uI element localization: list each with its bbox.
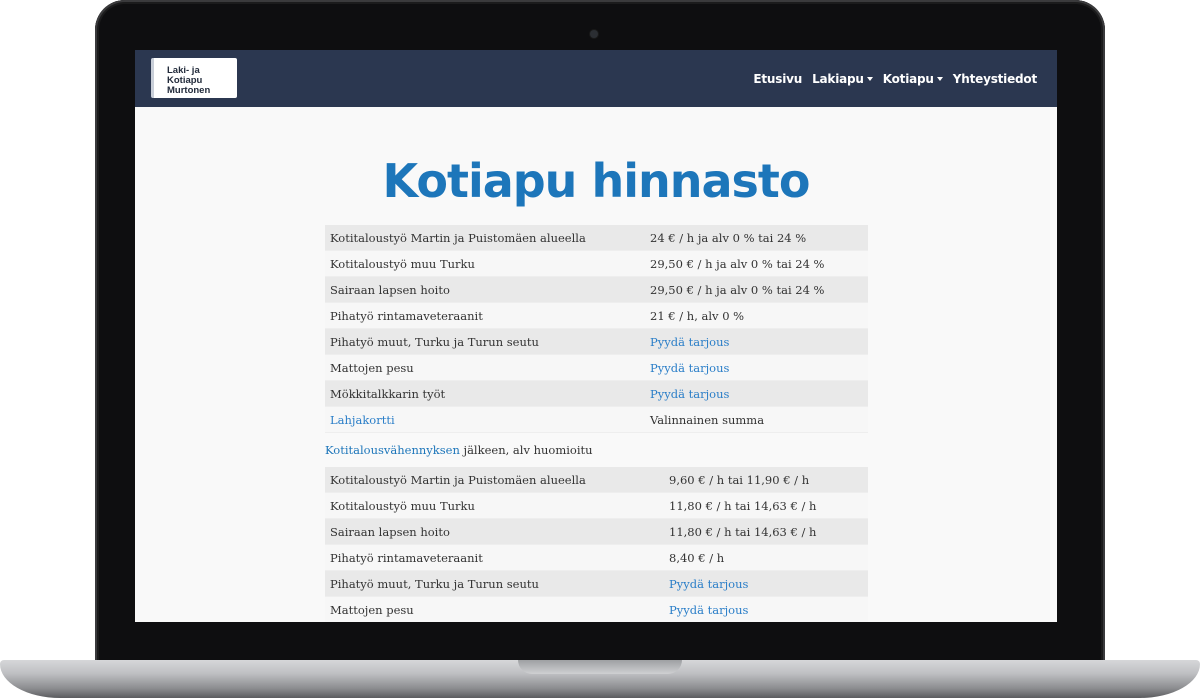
- service-cell: Sairaan lapsen hoito: [330, 282, 450, 297]
- request-quote-link[interactable]: Pyydä tarjous: [650, 361, 729, 375]
- request-quote-link[interactable]: Pyydä tarjous: [669, 603, 748, 617]
- site-logo[interactable]: Laki- ja Kotiapu Murtonen: [151, 58, 237, 98]
- service-cell: Kotitaloustyö Martin ja Puistomäen aluee…: [330, 230, 586, 245]
- table-row: Pihatyö rintamaveteraanit 8,40 € / h: [325, 545, 868, 571]
- nav-item-yhteystiedot[interactable]: Yhteystiedot: [953, 72, 1037, 86]
- service-cell: Pihatyö muut, Turku ja Turun seutu: [330, 334, 539, 349]
- deduction-note-text: jälkeen, alv huomioitu: [459, 443, 593, 457]
- deduction-note: Kotitalousvähennyksen jälkeen, alv huomi…: [325, 443, 593, 457]
- table-row: Pihatyö muut, Turku ja Turun seutu Pyydä…: [325, 329, 868, 355]
- price-cell: 24 € / h ja alv 0 % tai 24 %: [650, 230, 807, 245]
- service-cell: Sairaan lapsen hoito: [330, 524, 450, 539]
- caret-down-icon: [936, 76, 943, 81]
- deduction-price-table: Kotitaloustyö Martin ja Puistomäen aluee…: [325, 467, 868, 622]
- laptop-opening-notch: [518, 660, 682, 674]
- price-cell: 29,50 € / h ja alv 0 % tai 24 %: [650, 256, 825, 271]
- gift-card-link[interactable]: Lahjakortti: [325, 413, 650, 427]
- service-cell: Mökkitalkkarin työt: [330, 386, 446, 401]
- table-row: Sairaan lapsen hoito 29,50 € / h ja alv …: [325, 277, 868, 303]
- logo-line-1: Laki- ja Kotiapu: [167, 65, 203, 86]
- request-quote-link[interactable]: Pyydä tarjous: [650, 387, 729, 401]
- request-quote-link[interactable]: Pyydä tarjous: [669, 577, 748, 591]
- price-cell: 9,60 € / h tai 11,90 € / h: [669, 472, 810, 487]
- service-cell: Kotitaloustyö muu Turku: [330, 498, 475, 513]
- service-cell: Mattojen pesu: [330, 360, 414, 375]
- nav-item-label: Yhteystiedot: [952, 71, 1037, 86]
- nav-item-label: Lakiapu: [812, 71, 864, 86]
- service-cell: Kotitaloustyö muu Turku: [330, 256, 475, 271]
- nav-item-etusivu[interactable]: Etusivu: [753, 72, 802, 86]
- service-cell: Pihatyö rintamaveteraanit: [330, 308, 483, 323]
- price-cell: 11,80 € / h tai 14,63 € / h: [669, 524, 817, 539]
- price-cell: Valinnainen summa: [650, 412, 765, 427]
- price-cell: 8,40 € / h: [669, 550, 725, 565]
- nav-item-label: Etusivu: [753, 71, 803, 86]
- price-cell: 29,50 € / h ja alv 0 % tai 24 %: [650, 282, 825, 297]
- nav-item-kotiapu[interactable]: Kotiapu: [883, 72, 943, 86]
- service-cell: Mattojen pesu: [330, 602, 414, 617]
- nav-item-label: Kotiapu: [882, 71, 934, 86]
- price-table: Kotitaloustyö Martin ja Puistomäen aluee…: [325, 225, 868, 433]
- table-row: Mökkitalkkarin työt Pyydä tarjous: [325, 381, 868, 407]
- table-row: Pihatyö muut, Turku ja Turun seutu Pyydä…: [325, 571, 868, 597]
- table-row: Kotitaloustyö muu Turku 11,80 € / h tai …: [325, 493, 868, 519]
- service-cell: Pihatyö rintamaveteraanit: [330, 550, 483, 565]
- household-deduction-link[interactable]: Kotitalousvähennyksen: [325, 443, 460, 457]
- table-row: Sairaan lapsen hoito 11,80 € / h tai 14,…: [325, 519, 868, 545]
- site-navbar: Laki- ja Kotiapu Murtonen Etusivu Lakiap…: [135, 50, 1057, 107]
- table-row: Kotitaloustyö Martin ja Puistomäen aluee…: [325, 467, 868, 493]
- page-title: Kotiapu hinnasto: [382, 154, 811, 208]
- main-nav: Etusivu Lakiapu Kotiapu Yhteystiedot: [753, 50, 1037, 107]
- service-cell: Kotitaloustyö Martin ja Puistomäen aluee…: [330, 472, 586, 487]
- price-cell: 21 € / h, alv 0 %: [650, 308, 745, 323]
- laptop-screen: Laki- ja Kotiapu Murtonen Etusivu Lakiap…: [135, 50, 1057, 622]
- service-cell: Pihatyö muut, Turku ja Turun seutu: [330, 576, 539, 591]
- table-row: Pihatyö rintamaveteraanit 21 € / h, alv …: [325, 303, 868, 329]
- price-cell: 11,80 € / h tai 14,63 € / h: [669, 498, 817, 513]
- logo-line-2: Murtonen: [167, 85, 211, 96]
- caret-down-icon: [866, 76, 873, 81]
- request-quote-link[interactable]: Pyydä tarjous: [650, 335, 729, 349]
- table-row: Mattojen pesu Pyydä tarjous: [325, 355, 868, 381]
- nav-item-lakiapu[interactable]: Lakiapu: [812, 72, 873, 86]
- table-row: Mattojen pesu Pyydä tarjous: [325, 597, 868, 622]
- table-row: Kotitaloustyö Martin ja Puistomäen aluee…: [325, 225, 868, 251]
- table-row: Kotitaloustyö muu Turku 29,50 € / h ja a…: [325, 251, 868, 277]
- webcam-icon: [590, 30, 598, 38]
- table-row: Lahjakortti Valinnainen summa: [325, 407, 868, 433]
